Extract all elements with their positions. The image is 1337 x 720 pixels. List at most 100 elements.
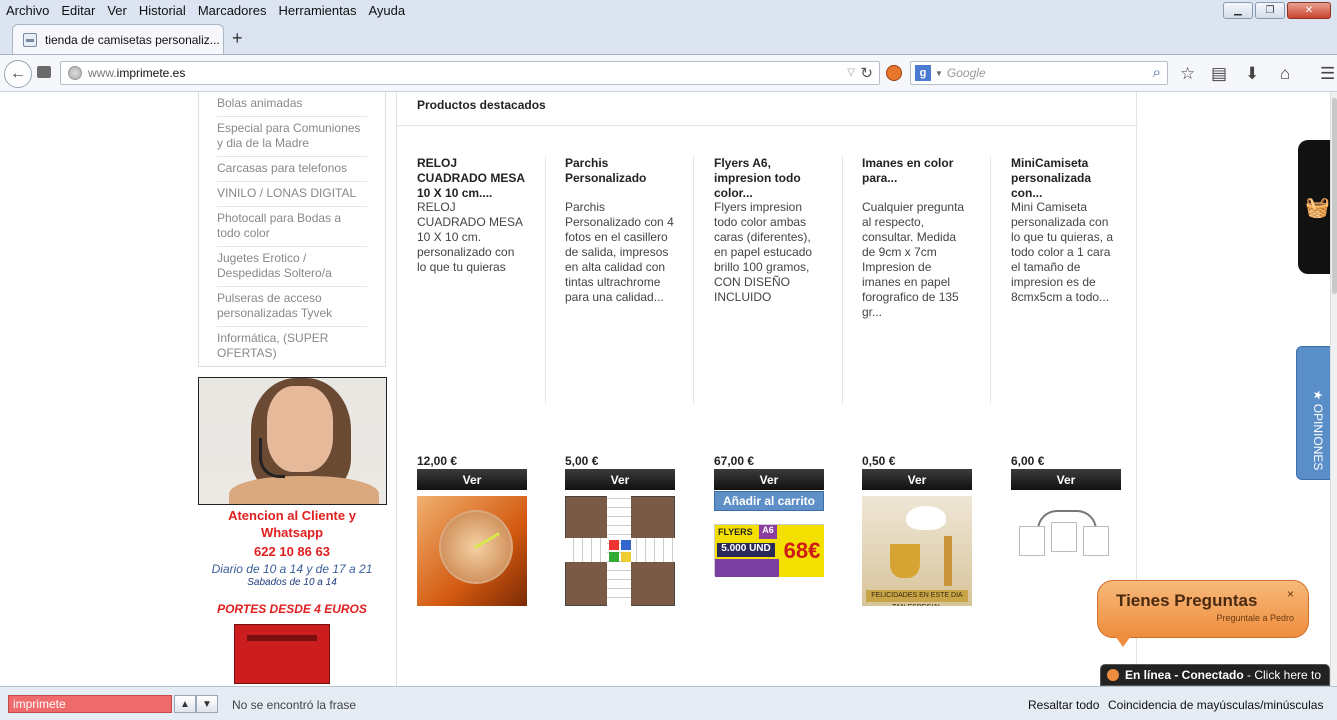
category-carcasas[interactable]: Carcasas para telefonos xyxy=(217,157,367,182)
find-next-button[interactable]: ▼ xyxy=(196,695,218,713)
chat-subtitle: Preguntale a Pedro xyxy=(1216,613,1294,623)
menu-archivo[interactable]: Archivo xyxy=(0,3,55,18)
addon-icon[interactable] xyxy=(886,65,902,81)
menu-herramientas[interactable]: Herramientas xyxy=(272,3,362,18)
search-placeholder: Google xyxy=(946,66,986,80)
chat-close-icon[interactable]: × xyxy=(1287,587,1294,601)
contact-hours: Diario de 10 a 14 y de 17 a 21 xyxy=(211,562,373,576)
product-card: RELOJ CUADRADO MESA 10 X 10 cm.... RELOJ… xyxy=(417,156,527,606)
opinions-label: ★ OPINIONES xyxy=(1311,389,1325,471)
view-button[interactable]: Ver xyxy=(714,469,824,490)
product-description: Mini Camiseta personalizada con lo que t… xyxy=(1011,200,1114,304)
view-button[interactable]: Ver xyxy=(862,469,972,490)
grid-icon[interactable] xyxy=(37,66,51,78)
navigation-bar: ← www. imprimete.es ▽ ↻ g ▼ Google ⌕ ☆ ▤ … xyxy=(0,54,1337,92)
product-image[interactable] xyxy=(417,496,527,606)
category-pulseras[interactable]: Pulseras de acceso personalizadas Tyvek xyxy=(217,287,367,327)
highlight-all-option[interactable]: Resaltar todo xyxy=(1028,698,1099,712)
featured-products: Productos destacados RELOJ CUADRADO MESA… xyxy=(396,92,1138,686)
minimize-button[interactable]: ▁ xyxy=(1223,2,1253,19)
menu-marcadores[interactable]: Marcadores xyxy=(192,3,273,18)
product-card: Flyers A6, impresion todo color... Flyer… xyxy=(714,156,824,606)
category-bolas-animadas[interactable]: Bolas animadas xyxy=(217,92,367,117)
view-button[interactable]: Ver xyxy=(1011,469,1121,490)
product-description: Flyers impresion todo color ambas caras … xyxy=(714,200,813,304)
menu-ver[interactable]: Ver xyxy=(101,3,133,18)
chat-status-rest: - Click here to xyxy=(1243,668,1322,682)
product-card: Imanes en color para... Cualquier pregun… xyxy=(862,156,972,606)
tab-title: tienda de camisetas personaliz... xyxy=(45,32,220,47)
product-description: RELOJ CUADRADO MESA 10 X 10 cm. personal… xyxy=(417,200,523,274)
category-informatica[interactable]: Informática, (SUPER OFERTAS) xyxy=(217,327,367,366)
menu-bar: Archivo Editar Ver Historial Marcadores … xyxy=(0,0,1337,20)
category-comuniones[interactable]: Especial para Comuniones y dia de la Mad… xyxy=(217,117,367,157)
view-button[interactable]: Ver xyxy=(417,469,527,490)
flyer-image-price: 68€ xyxy=(779,525,824,577)
maximize-button[interactable]: ❐ xyxy=(1255,2,1285,19)
close-window-button[interactable]: ✕ xyxy=(1287,2,1331,19)
category-jugetes[interactable]: Jugetes Erotico / Despedidas Soltero/a xyxy=(217,247,367,287)
menu-ayuda[interactable]: Ayuda xyxy=(362,3,411,18)
contact-saturday: Sabados de 10 a 14 xyxy=(247,577,337,588)
product-price: 5,00 € xyxy=(565,454,599,468)
bookmark-star-icon[interactable]: ☆ xyxy=(1180,64,1195,84)
product-price: 0,50 € xyxy=(862,454,896,468)
flyer-image-qty: 5.000 UND xyxy=(717,543,775,557)
menu-historial[interactable]: Historial xyxy=(133,3,192,18)
tab-active[interactable]: tienda de camisetas personaliz... xyxy=(12,24,224,54)
page-content: Bolas animadas Especial para Comuniones … xyxy=(0,92,1337,686)
product-price: 67,00 € xyxy=(714,454,755,468)
add-to-cart-button[interactable]: Añadir al carrito xyxy=(714,491,824,511)
menu-icon[interactable]: ☰ xyxy=(1320,64,1335,84)
tab-strip: tienda de camisetas personaliz... + xyxy=(0,20,1337,54)
product-image[interactable]: FLYERS A6 5.000 UND 68€ xyxy=(714,496,824,606)
view-button[interactable]: Ver xyxy=(565,469,675,490)
menu-editar[interactable]: Editar xyxy=(55,3,101,18)
sidebar: Bolas animadas Especial para Comuniones … xyxy=(198,92,387,684)
chat-online-icon xyxy=(1107,669,1119,681)
search-bar[interactable]: g ▼ Google ⌕ xyxy=(910,61,1168,85)
product-name[interactable]: Imanes en color para... xyxy=(862,156,972,200)
product-image[interactable]: FELICIDADES EN ESTE DIA TAN ESPECIAL xyxy=(862,496,972,606)
chat-status-bar[interactable]: En línea - Conectado - Click here to xyxy=(1100,664,1330,686)
home-icon[interactable]: ⌂ xyxy=(1280,64,1290,84)
category-photocall[interactable]: Photocall para Bodas a todo color xyxy=(217,207,367,247)
chat-status-bold: En línea - Conectado xyxy=(1125,668,1244,682)
product-description: Parchis Personalizado con 4 fotos en el … xyxy=(565,200,674,304)
flyer-image-label: FLYERS xyxy=(718,527,753,537)
url-bar[interactable]: www. imprimete.es ▽ ↻ xyxy=(60,61,880,85)
support-agent-image xyxy=(198,377,387,505)
reload-icon[interactable]: ↻ xyxy=(860,64,873,82)
bookmarks-list-icon[interactable]: ▤ xyxy=(1211,64,1227,84)
find-input[interactable]: imprimete xyxy=(8,695,172,713)
find-previous-button[interactable]: ▲ xyxy=(174,695,196,713)
product-card: Parchis Personalizado Parchis Personaliz… xyxy=(565,156,675,606)
chat-prompt-bubble[interactable]: Tienes Preguntas Preguntale a Pedro × xyxy=(1097,580,1309,638)
product-name[interactable]: MiniCamiseta personalizada con... xyxy=(1011,156,1121,200)
category-vinilo-lonas[interactable]: VINILO / LONAS DIGITAL xyxy=(217,182,367,207)
iman-image-banner: FELICIDADES EN ESTE DIA TAN ESPECIAL xyxy=(866,590,968,606)
product-name[interactable]: Flyers A6, impresion todo color... xyxy=(714,156,824,200)
product-card: MiniCamiseta personalizada con... Mini C… xyxy=(1011,156,1121,606)
search-icon[interactable]: ⌕ xyxy=(1153,64,1161,81)
product-name[interactable]: RELOJ CUADRADO MESA 10 X 10 cm.... xyxy=(417,156,527,200)
category-list: Bolas animadas Especial para Comuniones … xyxy=(198,92,386,367)
downloads-icon[interactable]: ⬇ xyxy=(1245,64,1259,84)
find-bar: imprimete ▲ ▼ No se encontró la frase Re… xyxy=(0,686,1337,720)
google-icon[interactable]: g xyxy=(915,65,931,81)
product-name[interactable]: Parchis Personalizado xyxy=(565,156,675,200)
url-domain: imprimete.es xyxy=(116,66,186,80)
match-case-option[interactable]: Coincidencia de mayúsculas/minúsculas xyxy=(1108,698,1323,712)
new-tab-button[interactable]: + xyxy=(232,28,243,49)
product-description: Cualquier pregunta al respecto, consulta… xyxy=(862,200,965,319)
flyer-image-size: A6 xyxy=(759,525,777,539)
product-image[interactable] xyxy=(565,496,675,606)
engine-dropdown-icon[interactable]: ▼ xyxy=(935,69,943,78)
printer-favicon-icon xyxy=(23,32,37,47)
page-scrollbar[interactable] xyxy=(1330,92,1337,686)
chat-title: Tienes Preguntas xyxy=(1116,591,1258,610)
history-dropdown-icon[interactable]: ▽ xyxy=(847,67,855,78)
section-title: Productos destacados xyxy=(417,98,546,112)
globe-icon xyxy=(68,66,82,80)
back-button[interactable]: ← xyxy=(4,60,32,88)
